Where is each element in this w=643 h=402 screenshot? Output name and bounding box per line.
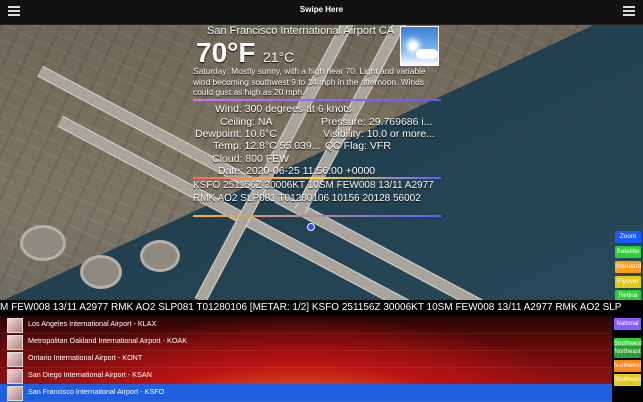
sunny-weather-icon bbox=[400, 26, 439, 66]
forecast-text: Saturday: Mostly sunny, with a high near… bbox=[193, 66, 426, 97]
region-southeast-button[interactable]: Southeast bbox=[614, 374, 641, 386]
region-northwest-button[interactable]: Northwest bbox=[614, 360, 641, 372]
airport-thumbnail-icon bbox=[7, 335, 23, 350]
region-national-button[interactable]: National bbox=[614, 318, 641, 330]
airport-pin-icon[interactable] bbox=[307, 223, 315, 231]
airport-thumbnail-icon bbox=[7, 352, 23, 367]
airport-list-label: San Francisco International Airport - KS… bbox=[28, 387, 165, 396]
pressure-field: Pressure: 29.769686 i... bbox=[321, 116, 433, 128]
airport-list: Los Angeles International Airport - KLAX… bbox=[0, 316, 612, 402]
airport-list-label: Ontario International Airport - KONT bbox=[28, 353, 143, 362]
swipe-title[interactable]: Swipe Here bbox=[0, 5, 643, 14]
airport-thumbnail-icon bbox=[7, 318, 23, 333]
qc-flag-field: QC Flag: VFR bbox=[325, 140, 391, 152]
list-item[interactable]: Ontario International Airport - KONT bbox=[0, 350, 612, 368]
airport-thumbnail-icon bbox=[7, 369, 23, 384]
region-northeast-button[interactable]: Northeast bbox=[614, 346, 641, 358]
temp-detail-field: Temp: 12.8°C 55.039... bbox=[213, 140, 321, 152]
airport-list-label: San Diego International Airport - KSAN bbox=[28, 370, 152, 379]
airport-list-label: Los Angeles International Airport - KLAX bbox=[28, 319, 157, 328]
list-item-selected[interactable]: San Francisco International Airport - KS… bbox=[0, 384, 612, 402]
standard-button[interactable]: Standard bbox=[615, 261, 641, 273]
zoom-button[interactable]: Zoom bbox=[615, 231, 641, 243]
airport-list-label: Metropolitan Oakland International Airpo… bbox=[28, 336, 188, 345]
flyover-button[interactable]: Flyover bbox=[615, 276, 641, 288]
terminal-building bbox=[80, 255, 122, 289]
divider bbox=[193, 99, 441, 101]
list-item[interactable]: Los Angeles International Airport - KLAX bbox=[0, 316, 612, 334]
metar-ticker: M FEW008 13/11 A2977 RMK AO2 SLP081 T012… bbox=[0, 300, 643, 316]
divider bbox=[193, 215, 441, 217]
terminal-building bbox=[140, 240, 180, 272]
list-item[interactable]: Metropolitan Oakland International Airpo… bbox=[0, 333, 612, 351]
wind-field: Wind: 300 degrees at 6 knots bbox=[215, 103, 352, 115]
dewpoint-field: Dewpoint: 10.6°C bbox=[195, 128, 277, 140]
metar-text: KSFO 251156Z 30006KT 10SM FEW008 13/11 A… bbox=[193, 180, 434, 204]
visibility-field: Visibility: 10.0 or more... bbox=[323, 128, 435, 140]
terminal-building bbox=[20, 225, 66, 261]
ceiling-field: Ceiling: NA bbox=[220, 116, 273, 128]
temperature-f: 70°F bbox=[196, 37, 256, 68]
date-field: Date: 2020-06-25 11:56:00 +0000 bbox=[218, 165, 376, 177]
top-bar: Swipe Here bbox=[0, 0, 643, 25]
temperature-c: 21°C bbox=[263, 49, 295, 65]
satellite-button[interactable]: Satellite bbox=[615, 246, 641, 258]
airport-name: San Francisco International Airport CA bbox=[207, 25, 395, 37]
airport-thumbnail-icon bbox=[7, 386, 23, 401]
list-menu-icon-right[interactable] bbox=[623, 6, 635, 16]
list-item[interactable]: San Diego International Airport - KSAN bbox=[0, 367, 612, 385]
cloud-field: Cloud: 800 FEW bbox=[212, 153, 290, 165]
